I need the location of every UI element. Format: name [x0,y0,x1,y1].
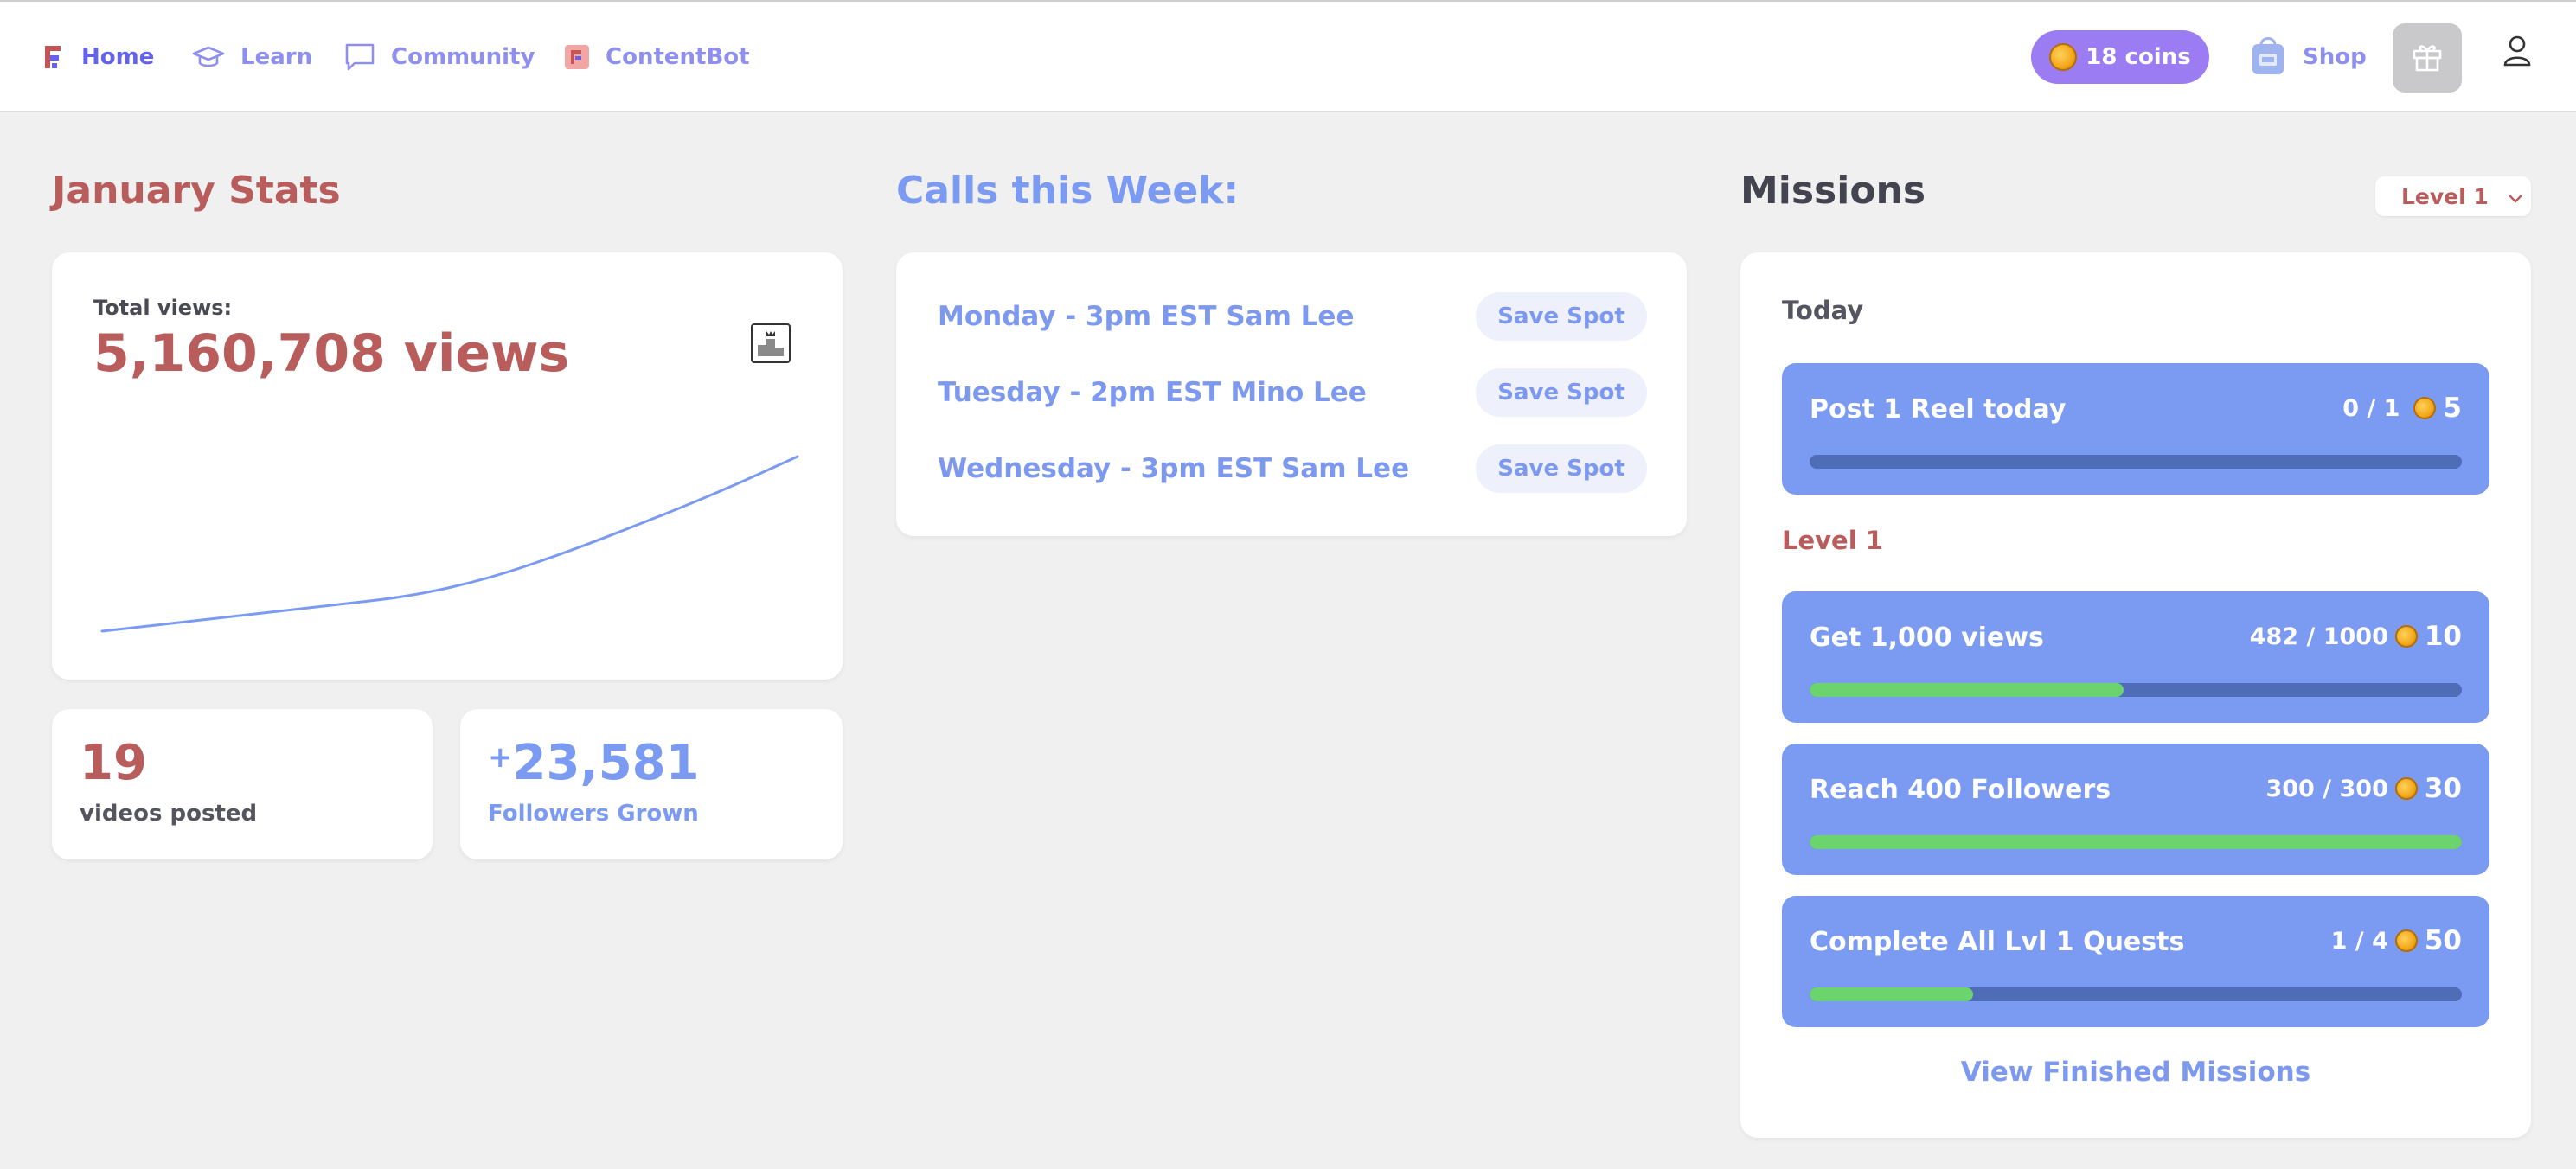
mission-card[interactable]: Post 1 Reel today 0 / 1 5 [1782,363,2489,495]
mission-card[interactable]: Get 1,000 views 482 / 1000 10 [1782,591,2489,723]
mission-progress-fill [1810,987,1973,1001]
total-views-label: Total views: [93,296,233,320]
coin-icon [2413,397,2437,419]
shop-link[interactable]: Shop [2249,31,2367,83]
mission-card[interactable]: Reach 400 Followers 300 / 300 30 [1782,744,2489,875]
nav-home[interactable]: Home [43,40,154,74]
call-row: Tuesday - 2pm EST Mino Lee Save Spot [938,368,1647,417]
coin-icon [2394,625,2418,648]
coin-icon [2049,43,2078,71]
coins-label: 18 coins [2086,44,2191,70]
mission-progress-fill [1810,835,2462,849]
save-spot-button[interactable]: Save Spot [1476,368,1647,417]
stats-title: January Stats [52,169,341,213]
followers-grown-value: 23,581 [512,735,700,791]
nav-community-label: Community [391,44,535,70]
save-spot-button[interactable]: Save Spot [1476,292,1647,341]
top-navigation-bar: Home Learn Community ContentBot 18 coins… [0,0,2576,112]
videos-posted-card: 19 videos posted [52,709,433,859]
nav-contentbot[interactable]: ContentBot [564,40,750,74]
mission-progress-text: 482 / 1000 [2249,623,2388,650]
chevron-down-icon [2508,184,2523,209]
level-dropdown[interactable]: Level 1 [2375,176,2531,216]
calls-title: Calls this Week: [896,169,1240,213]
nav-community[interactable]: Community [344,40,535,74]
call-text: Monday - 3pm EST Sam Lee [938,301,1355,332]
chat-bubble-icon [344,42,375,72]
today-label: Today [1782,296,1864,325]
graduation-cap-icon [192,44,225,70]
nav-home-label: Home [81,44,155,70]
leaderboard-icon[interactable] [751,323,791,363]
total-views-card: Total views: 5,160,708 views [52,252,843,680]
mission-reward: 10 [2424,621,2462,652]
coins-badge[interactable]: 18 coins [2031,30,2209,84]
user-icon [2502,35,2532,71]
total-views-value: 5,160,708 views [93,323,570,384]
contentbot-icon [564,44,590,70]
logo-icon [43,44,66,70]
coin-icon [2394,929,2418,952]
mission-progress-text: 1 / 4 [2330,927,2388,955]
mission-reward: 50 [2424,925,2462,956]
mission-progress-bar [1810,987,2462,1001]
call-text: Tuesday - 2pm EST Mino Lee [938,377,1367,408]
mission-reward-info: 0 / 1 5 [2342,393,2462,424]
mission-progress-fill [1810,683,2124,697]
mission-title: Post 1 Reel today [1810,394,2067,425]
mission-progress-bar [1810,455,2462,469]
mission-progress-bar [1810,835,2462,849]
videos-posted-value: 19 [80,735,147,791]
followers-prefix: + [488,740,513,775]
missions-card: Today Post 1 Reel today 0 / 1 5 Level 1 … [1740,252,2531,1138]
coin-icon [2394,777,2418,800]
call-text: Wednesday - 3pm EST Sam Lee [938,453,1410,484]
mission-reward-info: 482 / 1000 10 [2250,621,2462,652]
gift-button[interactable] [2393,23,2462,93]
mission-progress-text: 0 / 1 [2342,394,2400,422]
nav-learn-label: Learn [240,44,313,70]
profile-button[interactable] [2488,23,2547,82]
mission-title: Get 1,000 views [1810,623,2044,653]
followers-grown-label: Followers Grown [488,801,699,827]
view-finished-missions-link[interactable]: View Finished Missions [1740,1057,2531,1088]
mission-reward: 30 [2424,773,2462,804]
mission-progress-text: 300 / 300 [2265,775,2388,802]
gift-icon [2410,39,2445,77]
save-spot-button[interactable]: Save Spot [1476,444,1647,493]
shop-label: Shop [2303,44,2367,70]
nav-contentbot-label: ContentBot [606,44,750,70]
call-row: Wednesday - 3pm EST Sam Lee Save Spot [938,444,1647,493]
shopping-bag-icon [2249,33,2287,82]
mission-card[interactable]: Complete All Lvl 1 Quests 1 / 4 50 [1782,896,2489,1027]
call-row: Monday - 3pm EST Sam Lee Save Spot [938,292,1647,341]
views-trend-line [100,455,799,633]
mission-progress-bar [1810,683,2462,697]
mission-reward: 5 [2443,393,2462,424]
videos-posted-label: videos posted [80,801,258,827]
mission-reward-info: 1 / 4 50 [2331,925,2462,956]
calls-card: Monday - 3pm EST Sam Lee Save Spot Tuesd… [896,252,1687,536]
nav-learn[interactable]: Learn [192,40,312,74]
followers-grown-value-wrap: +23,581 [488,735,700,791]
level-group-label: Level 1 [1782,526,1883,555]
mission-title: Complete All Lvl 1 Quests [1810,927,2185,957]
level-dropdown-value: Level 1 [2401,183,2489,209]
missions-title: Missions [1740,169,1926,213]
followers-grown-card: +23,581 Followers Grown [460,709,843,859]
mission-reward-info: 300 / 300 30 [2265,773,2462,804]
mission-title: Reach 400 Followers [1810,775,2111,805]
